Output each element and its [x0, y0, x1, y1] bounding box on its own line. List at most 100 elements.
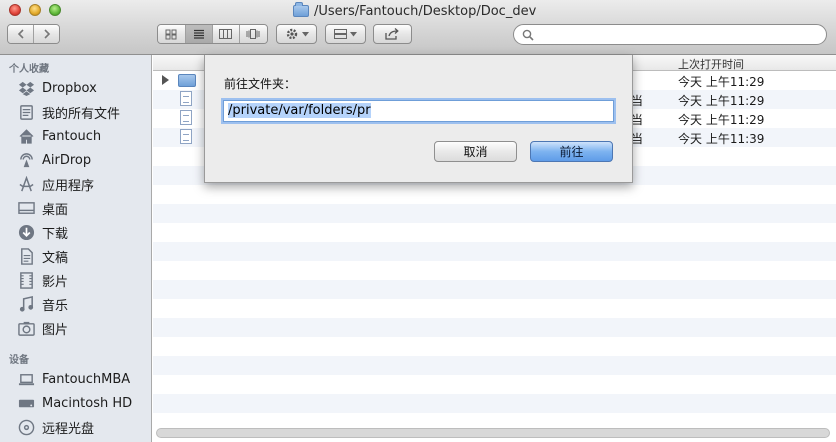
go-button[interactable]: 前往: [530, 141, 613, 162]
all-files-icon: [17, 103, 35, 121]
minimize-window-button[interactable]: [29, 4, 41, 16]
forward-button[interactable]: [34, 25, 59, 43]
search-input[interactable]: [538, 26, 822, 43]
empty-row: [153, 337, 836, 356]
sidebar-item-movies[interactable]: 影片: [17, 269, 68, 291]
sidebar-item-fantouchmba[interactable]: FantouchMBA: [17, 368, 130, 390]
laptop-icon: [17, 370, 35, 388]
empty-row: [153, 356, 836, 375]
sidebar-item-music[interactable]: 音乐: [17, 293, 68, 315]
row-date-opened: 今天 上午11:29: [678, 113, 765, 127]
sidebar-item-label: 音乐: [42, 298, 69, 314]
disclosure-triangle-icon[interactable]: [162, 75, 169, 85]
row-date-opened: 今天 上午11:29: [678, 94, 765, 108]
empty-row: [153, 394, 836, 413]
document-icon: [180, 91, 192, 106]
sidebar-item-label: FantouchMBA: [42, 371, 131, 387]
chevron-down-icon: [301, 31, 309, 36]
sidebar-item-label: Dropbox: [42, 80, 97, 96]
sidebar-item-label: Macintosh HD: [42, 395, 133, 411]
document-icon: [180, 129, 192, 144]
close-window-button[interactable]: [9, 4, 21, 16]
folder-icon: [178, 74, 196, 87]
empty-row: [153, 280, 836, 299]
empty-row: [153, 223, 836, 242]
sidebar-item-dropbox[interactable]: Dropbox: [17, 77, 97, 99]
home-icon: [17, 127, 35, 145]
back-button[interactable]: [8, 25, 34, 43]
documents-icon: [17, 247, 35, 265]
horizontal-scrollbar[interactable]: [156, 428, 830, 438]
list-view-icon: [193, 29, 204, 39]
empty-row: [153, 185, 836, 204]
zoom-window-button[interactable]: [49, 4, 61, 16]
search-field[interactable]: [513, 24, 827, 45]
icon-view-button[interactable]: [158, 25, 186, 43]
desktop-icon: [17, 199, 35, 217]
list-view-button[interactable]: [185, 25, 213, 43]
share-icon: [385, 28, 399, 40]
sidebar-item-label: 远程光盘: [42, 421, 95, 437]
download-icon: [17, 223, 35, 241]
sidebar-item-fantouch[interactable]: Fantouch: [17, 125, 101, 147]
sidebar-item-pictures[interactable]: 图片: [17, 317, 68, 339]
sidebar-item-remote-disc[interactable]: 远程光盘: [17, 416, 94, 438]
icon-view-icon: [165, 29, 177, 39]
sidebar-item-all-files[interactable]: 我的所有文件: [17, 101, 120, 123]
search-icon: [522, 29, 534, 41]
sidebar-item-label: 文稿: [42, 250, 69, 266]
chevron-left-icon: [17, 29, 24, 39]
empty-row: [153, 261, 836, 280]
cancel-button[interactable]: 取消: [434, 141, 517, 162]
sidebar-item-downloads[interactable]: 下载: [17, 221, 68, 243]
dropbox-icon: [17, 79, 35, 97]
chevron-down-icon: [350, 31, 357, 36]
pictures-icon: [17, 319, 35, 337]
coverflow-view-icon: [246, 29, 260, 39]
view-mode-selector: [157, 24, 268, 44]
sidebar-item-label: 影片: [42, 274, 69, 290]
share-button[interactable]: [373, 24, 412, 44]
column-view-button[interactable]: [213, 25, 240, 43]
sidebar-item-applications[interactable]: 应用程序: [17, 173, 94, 195]
action-menu-button[interactable]: [276, 24, 317, 44]
column-view-icon: [219, 29, 233, 39]
empty-row: [153, 375, 836, 394]
sidebar-item-desktop[interactable]: 桌面: [17, 197, 68, 219]
column-header-date-opened[interactable]: 上次打开时间: [678, 56, 744, 72]
sidebar-item-label: 桌面: [42, 202, 69, 218]
row-date-opened: 今天 上午11:29: [678, 75, 765, 89]
folder-icon: [293, 2, 309, 17]
sidebar-item-documents[interactable]: 文稿: [17, 245, 68, 267]
sidebar-item-macintosh-hd[interactable]: Macintosh HD: [17, 392, 132, 414]
empty-row: [153, 242, 836, 261]
empty-row: [153, 318, 836, 337]
folder-path-value: /private/var/folders/pr: [228, 103, 371, 118]
arrange-menu-button[interactable]: [325, 24, 366, 44]
sidebar-item-airdrop[interactable]: AirDrop: [17, 149, 91, 171]
arrange-icon: [334, 29, 347, 39]
history-navigation: [7, 24, 60, 44]
go-to-folder-dialog: 前往文件夹： /private/var/folders/pr 取消 前往: [204, 55, 633, 183]
sidebar-item-label: 应用程序: [42, 178, 95, 194]
applications-icon: [17, 175, 35, 193]
remote-disc-icon: [17, 418, 35, 436]
sidebar-item-label: AirDrop: [42, 152, 92, 168]
toolbar: /Users/Fantouch/Desktop/Doc_dev: [0, 0, 836, 55]
empty-row: [153, 204, 836, 223]
sidebar-header-favorites: 个人收藏: [9, 64, 49, 75]
hard-drive-icon: [17, 394, 35, 412]
gear-icon: [286, 28, 297, 40]
sidebar-item-label: 我的所有文件: [42, 106, 121, 122]
row-date-opened: 今天 上午11:39: [678, 132, 765, 146]
coverflow-view-button[interactable]: [239, 25, 267, 43]
airdrop-icon: [17, 151, 35, 169]
go-to-folder-label: 前往文件夹：: [224, 77, 297, 91]
document-icon: [180, 110, 192, 125]
window-title-area: /Users/Fantouch/Desktop/Doc_dev: [293, 2, 536, 20]
movies-icon: [17, 271, 35, 289]
sidebar-header-devices: 设备: [9, 355, 29, 366]
music-icon: [17, 295, 35, 313]
folder-path-input[interactable]: /private/var/folders/pr: [223, 100, 614, 122]
window-title: /Users/Fantouch/Desktop/Doc_dev: [314, 3, 537, 19]
